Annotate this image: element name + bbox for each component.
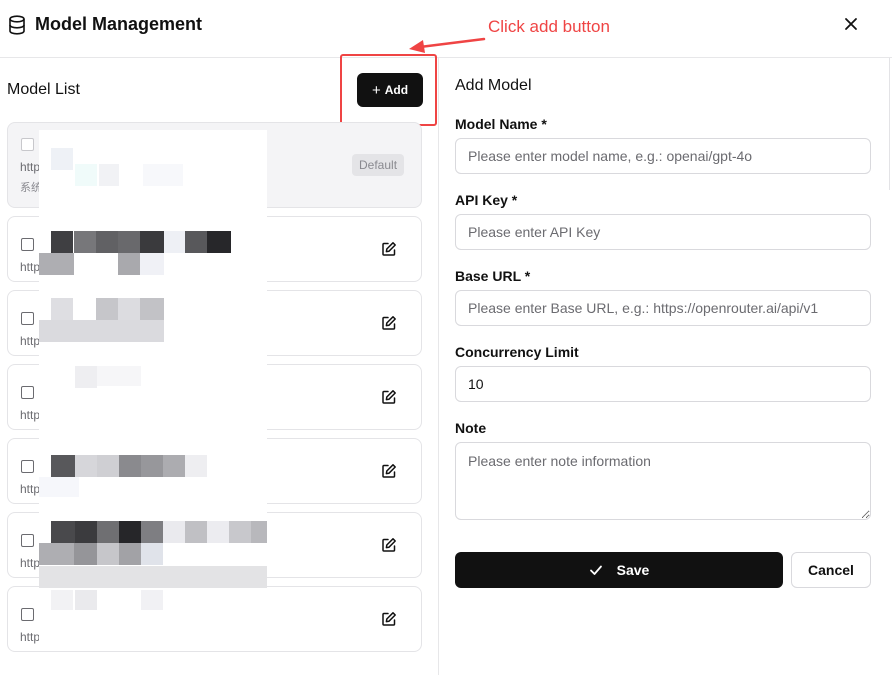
api-key-label: API Key * xyxy=(455,192,518,208)
model-checkbox[interactable] xyxy=(21,460,34,473)
edit-icon[interactable] xyxy=(381,463,397,479)
form-title: Add Model xyxy=(455,77,532,94)
dialog-title: Model Management xyxy=(35,14,203,34)
base-url-label: Base URL * xyxy=(455,268,531,284)
model-checkbox[interactable] xyxy=(21,312,34,325)
annotation-text: Click add button xyxy=(488,17,610,36)
model-url: http xyxy=(20,260,41,274)
edit-icon[interactable] xyxy=(381,537,397,553)
model-checkbox[interactable] xyxy=(21,238,34,251)
model-name-input[interactable] xyxy=(455,138,871,174)
base-url-input[interactable] xyxy=(455,290,871,326)
plus-icon: + xyxy=(371,81,381,99)
model-checkbox[interactable] xyxy=(21,138,34,151)
outer-edge-line xyxy=(889,58,890,190)
concurrency-limit-input[interactable] xyxy=(455,366,871,402)
save-button[interactable]: Save xyxy=(455,552,783,588)
edit-icon[interactable] xyxy=(381,389,397,405)
default-badge: Default xyxy=(352,154,405,176)
model-name-label: Model Name * xyxy=(455,116,547,132)
model-list-title: Model List xyxy=(7,81,80,98)
check-icon xyxy=(589,565,602,575)
panel-divider xyxy=(438,58,439,675)
model-url: http xyxy=(20,630,41,644)
redaction-overlay xyxy=(39,130,267,640)
model-checkbox[interactable] xyxy=(21,386,34,399)
edit-icon[interactable] xyxy=(381,315,397,331)
edit-icon[interactable] xyxy=(381,611,397,627)
model-url: http xyxy=(20,334,41,348)
model-checkbox[interactable] xyxy=(21,534,34,547)
add-model-button[interactable]: + Add xyxy=(357,73,423,107)
note-textarea[interactable] xyxy=(455,442,871,520)
model-url: http xyxy=(20,556,41,570)
save-button-label: Save xyxy=(616,562,650,578)
note-label: Note xyxy=(455,420,487,436)
api-key-input[interactable] xyxy=(455,214,871,250)
close-icon[interactable] xyxy=(842,15,860,33)
model-url: http xyxy=(20,408,41,422)
model-checkbox[interactable] xyxy=(21,608,34,621)
database-icon xyxy=(9,15,25,35)
model-url: http xyxy=(20,160,41,174)
add-button-label: Add xyxy=(384,83,409,97)
edit-icon[interactable] xyxy=(381,241,397,257)
cancel-button[interactable]: Cancel xyxy=(791,552,871,588)
concurrency-limit-label: Concurrency Limit xyxy=(455,344,579,360)
model-url: http xyxy=(20,482,41,496)
